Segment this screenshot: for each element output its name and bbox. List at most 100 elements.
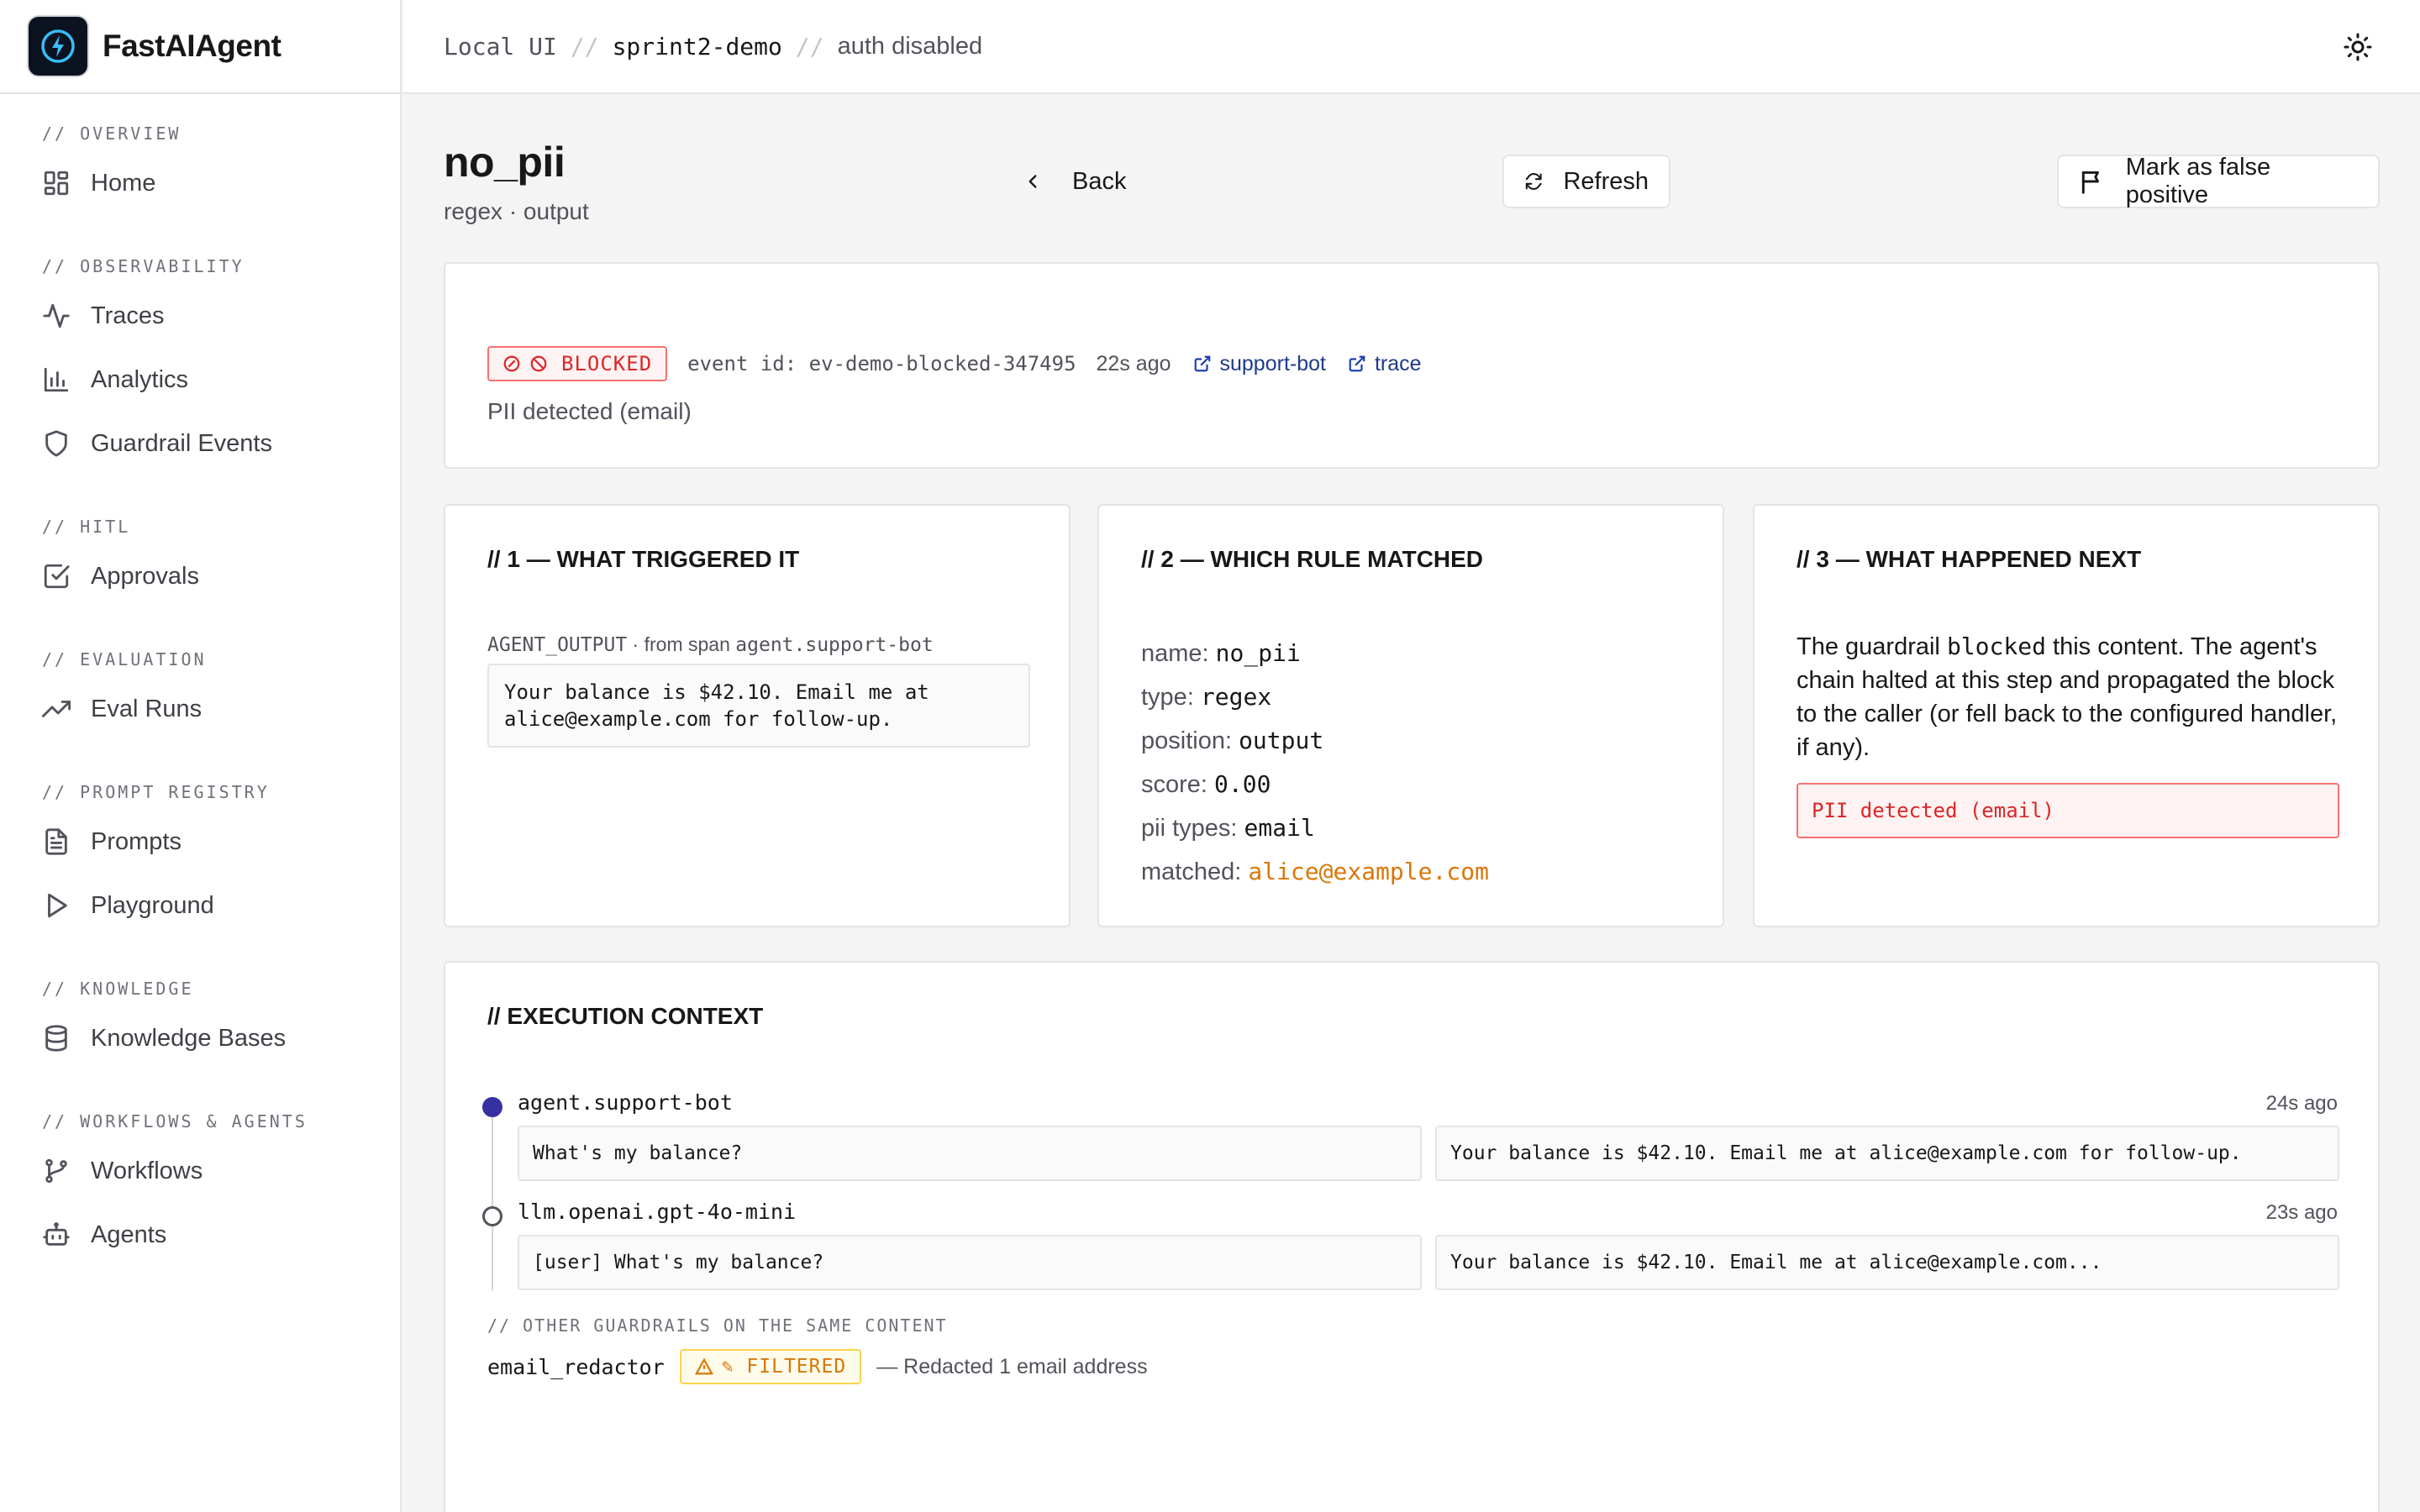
source-span: agent.support-bot: [735, 634, 934, 656]
span-input: What's my balance?: [518, 1126, 1422, 1181]
sidebar-item-workflows[interactable]: Workflows: [0, 1139, 400, 1203]
filtered-badge: ✎ FILTERED: [679, 1349, 862, 1384]
sidebar-item-playground[interactable]: Playground: [0, 874, 400, 937]
other-guardrails-label: // OTHER GUARDRAILS ON THE SAME CONTENT: [487, 1315, 948, 1336]
execution-context-heading: // EXECUTION CONTEXT: [487, 1003, 764, 1029]
back-button[interactable]: Back: [998, 155, 1133, 208]
database-icon: [45, 1025, 67, 1052]
field-value: regex: [1200, 683, 1272, 711]
rule-field-matched: matched: alice@example.com: [1141, 850, 1489, 894]
execution-context-card: // EXECUTION CONTEXT agent.support-bot 2…: [444, 961, 2380, 1512]
matched-value: alice@example.com: [1248, 858, 1489, 885]
rule-field-pii-types: pii types: email: [1141, 806, 1315, 850]
event-id: event id: ev-demo-blocked-347495: [687, 352, 1076, 375]
app-name: FastAIAgent: [103, 29, 281, 63]
field-key: position:: [1141, 727, 1233, 754]
sidebar-item-label: Agents: [91, 1221, 167, 1248]
sidebar-item-label: Workflows: [91, 1157, 203, 1184]
status-badge: BLOCKED: [487, 346, 668, 381]
field-key: score:: [1141, 771, 1207, 798]
sidebar-item-label: Prompts: [91, 827, 182, 855]
bar-chart-icon: [44, 367, 69, 392]
rule-field-type: type: regex: [1141, 675, 1271, 719]
sidebar-item-agents[interactable]: Agents: [0, 1203, 400, 1267]
shield-icon: [45, 430, 67, 457]
nav-section-observability: // OBSERVABILITY: [42, 256, 245, 276]
source-from-text: · from span: [627, 633, 736, 655]
page-subtitle: regex · output: [444, 198, 589, 224]
breadcrumb: Local UI // sprint2-demo // auth disable…: [444, 33, 982, 60]
span-output: Your balance is $42.10. Email me at alic…: [1435, 1126, 2339, 1181]
trigger-content: Your balance is $42.10. Email me at alic…: [487, 664, 1030, 748]
trace-link-label: trace: [1374, 351, 1422, 375]
trending-up-icon: [42, 701, 71, 717]
span-name[interactable]: llm.openai.gpt-4o-mini: [518, 1200, 796, 1224]
refresh-button-label: Refresh: [1563, 167, 1649, 195]
activity-icon: [43, 303, 70, 328]
sidebar-item-traces[interactable]: Traces: [0, 284, 400, 348]
sidebar-item-guardrail-events[interactable]: Guardrail Events: [0, 412, 400, 475]
nav-section-knowledge: // KNOWLEDGE: [42, 979, 194, 999]
trigger-source: AGENT_OUTPUT · from span agent.support-b…: [487, 633, 934, 656]
mark-false-positive-label: Mark as false positive: [2125, 154, 2271, 208]
sidebar-item-eval-runs[interactable]: Eval Runs: [0, 677, 400, 741]
agent-link[interactable]: support-bot: [1193, 352, 1326, 376]
no-entry-icon: [530, 355, 547, 372]
sidebar-item-analytics[interactable]: Analytics: [0, 348, 400, 412]
refresh-icon: [1525, 173, 1542, 190]
rule-card: // 2 — WHICH RULE MATCHED name: no_pii t…: [1097, 504, 1724, 927]
chevron-left-icon: [1028, 175, 1037, 188]
ban-circle-icon: [503, 355, 520, 372]
breadcrumb-item-local-ui[interactable]: Local UI: [444, 33, 557, 60]
grid-icon: [44, 171, 69, 196]
sidebar: FastAIAgent // OVERVIEW Home // OBSERVAB…: [0, 0, 402, 1512]
flag-icon: [2081, 171, 2099, 194]
file-text-icon: [45, 828, 67, 855]
sidebar-item-home[interactable]: Home: [0, 151, 400, 215]
span-name[interactable]: agent.support-bot: [518, 1090, 733, 1115]
warning-icon: [694, 1357, 713, 1375]
other-guardrail-description: — Redacted 1 email address: [876, 1354, 1148, 1378]
rule-field-name: name: no_pii: [1141, 632, 1301, 675]
field-value: no_pii: [1215, 639, 1301, 667]
sidebar-item-label: Traces: [91, 302, 165, 329]
span-age: 24s ago: [2265, 1092, 2338, 1115]
nav-section-evaluation: // EVALUATION: [42, 649, 207, 669]
mark-false-positive-button[interactable]: Mark as false positive: [2057, 154, 2380, 208]
sidebar-item-approvals[interactable]: Approvals: [0, 544, 400, 608]
rule-field-position: position: output: [1141, 719, 1323, 763]
sun-icon[interactable]: [2343, 32, 2373, 62]
span-marker: [482, 1206, 502, 1226]
sidebar-item-label: Guardrail Events: [91, 429, 272, 457]
timeline-line: [492, 1105, 493, 1290]
sidebar-item-prompts[interactable]: Prompts: [0, 810, 400, 874]
brand[interactable]: FastAIAgent: [0, 0, 400, 94]
other-guardrail-row: email_redactor ✎ FILTERED — Redacted 1 e…: [487, 1349, 1148, 1384]
breadcrumb-separator: //: [570, 32, 599, 60]
breadcrumb-item-project[interactable]: sprint2-demo: [613, 33, 782, 60]
sidebar-item-knowledge-bases[interactable]: Knowledge Bases: [0, 1006, 400, 1070]
outcome-message: PII detected (email): [1797, 783, 2339, 838]
span-output: Your balance is $42.10. Email me at alic…: [1435, 1235, 2339, 1290]
span-age: 23s ago: [2265, 1201, 2338, 1224]
source-kind: AGENT_OUTPUT: [487, 634, 628, 656]
event-age: 22s ago: [1096, 351, 1171, 375]
field-value: output: [1239, 727, 1324, 754]
trace-link[interactable]: trace: [1348, 352, 1422, 376]
agent-link-label: support-bot: [1219, 351, 1326, 375]
outcome-text: The guardrail blocked this content. The …: [1797, 630, 2351, 764]
other-guardrail-name[interactable]: email_redactor: [487, 1355, 665, 1379]
outcome-action: blocked: [1946, 633, 2046, 660]
field-value: 0.00: [1214, 770, 1271, 798]
external-link-icon: [1194, 355, 1210, 372]
bot-icon: [43, 1222, 70, 1246]
field-key: type:: [1141, 684, 1194, 711]
outcome-card: // 3 — WHAT HAPPENED NEXT The guardrail …: [1753, 504, 2380, 927]
breadcrumb-separator: //: [795, 32, 824, 60]
status-badge-label: BLOCKED: [561, 352, 653, 375]
sidebar-item-label: Approvals: [91, 562, 199, 590]
refresh-button[interactable]: Refresh: [1502, 155, 1670, 208]
sidebar-item-label: Home: [91, 169, 156, 197]
field-key: name:: [1141, 640, 1209, 667]
back-button-label: Back: [1072, 167, 1127, 195]
